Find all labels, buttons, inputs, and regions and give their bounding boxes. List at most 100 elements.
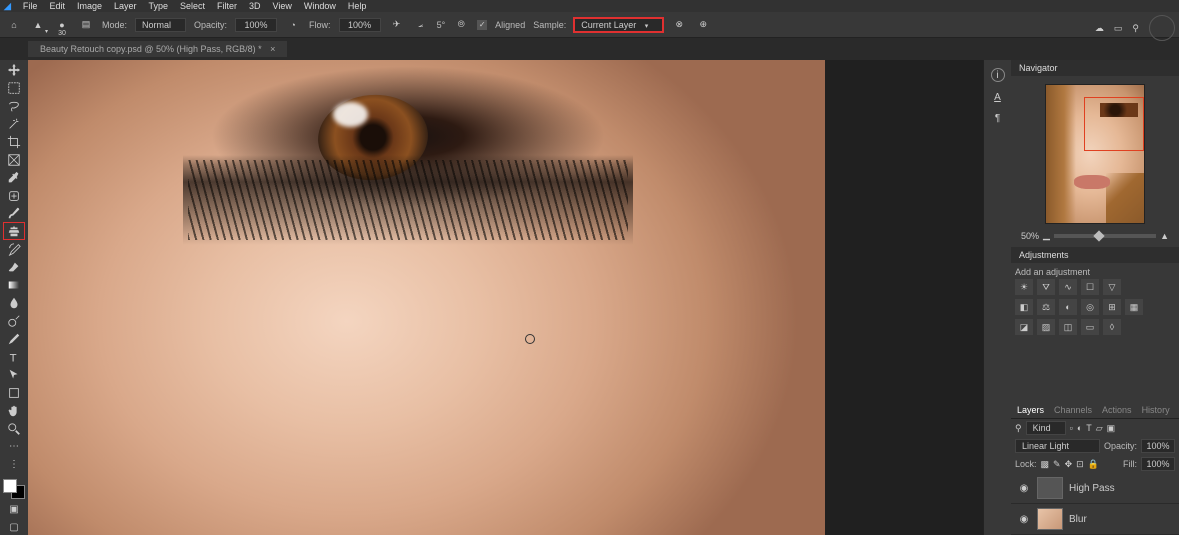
app-icon[interactable]: ◢ <box>4 1 11 12</box>
clone-stamp-tool[interactable] <box>4 223 24 239</box>
close-tab-icon[interactable]: × <box>270 44 275 54</box>
zoom-value[interactable]: 50% <box>1021 231 1039 241</box>
bw-icon[interactable]: ◐ <box>1059 299 1077 315</box>
info-panel-icon[interactable]: i <box>991 68 1005 82</box>
sample-dropdown[interactable]: Current Layer ▾ <box>574 18 663 32</box>
menu-help[interactable]: Help <box>348 1 367 11</box>
edit-toolbar-icon[interactable]: ⋮ <box>4 457 24 473</box>
tab-history[interactable]: History <box>1142 405 1170 415</box>
menu-file[interactable]: File <box>23 1 38 11</box>
colorlookup-icon[interactable]: ▦ <box>1125 299 1143 315</box>
vibrance-icon[interactable]: ▽ <box>1103 279 1121 295</box>
adjustments-tab[interactable]: Adjustments <box>1011 247 1179 263</box>
screenmode-icon[interactable]: ▢ <box>4 519 24 535</box>
brush-panel-icon[interactable]: ▤ <box>78 17 94 33</box>
move-tool[interactable] <box>4 62 24 78</box>
filter-pixel-icon[interactable]: ▫ <box>1070 423 1073 433</box>
pen-tool[interactable] <box>4 331 24 347</box>
filter-adj-icon[interactable]: ◐ <box>1077 423 1082 433</box>
zoom-in-icon[interactable]: ▲ <box>1160 231 1169 241</box>
aligned-checkbox[interactable]: ✓ <box>477 20 487 30</box>
zoom-slider[interactable] <box>1054 234 1156 238</box>
marquee-tool[interactable] <box>4 80 24 96</box>
search-icon[interactable]: ⚲ <box>1132 23 1139 34</box>
posterize-icon[interactable]: ▨ <box>1037 319 1055 335</box>
angle-icon[interactable]: ⦟ <box>413 17 429 33</box>
clone-source-icon[interactable]: ⊕ <box>695 17 711 33</box>
lasso-tool[interactable] <box>4 98 24 114</box>
invert-icon[interactable]: ◪ <box>1015 319 1033 335</box>
zoom-out-icon[interactable]: ▁ <box>1043 230 1050 241</box>
menu-edit[interactable]: Edit <box>49 1 65 11</box>
menu-window[interactable]: Window <box>304 1 336 11</box>
shape-tool[interactable] <box>4 385 24 401</box>
gradient-tool[interactable] <box>4 277 24 293</box>
tab-layers[interactable]: Layers <box>1017 405 1044 415</box>
wand-tool[interactable] <box>4 116 24 132</box>
history-brush-tool[interactable] <box>4 241 24 257</box>
layer-thumb[interactable] <box>1037 508 1063 530</box>
brush-tool[interactable] <box>4 206 24 222</box>
layer-kind-dropdown[interactable]: Kind <box>1026 421 1066 435</box>
cloud-icon[interactable]: ☁ <box>1095 23 1104 34</box>
hue-icon[interactable]: ◧ <box>1015 299 1033 315</box>
color-wells[interactable] <box>3 479 25 500</box>
lock-all-icon[interactable]: 🔒 <box>1088 459 1099 470</box>
quickmask-icon[interactable]: ▣ <box>4 501 24 517</box>
layer-row-highpass[interactable]: ◉ High Pass <box>1011 473 1179 504</box>
frame-tool[interactable] <box>4 152 24 168</box>
threshold-icon[interactable]: ◫ <box>1059 319 1077 335</box>
canvas-image[interactable] <box>28 60 825 535</box>
layer-row-blur[interactable]: ◉ Blur <box>1011 504 1179 535</box>
levels-icon[interactable]: ⛛ <box>1037 279 1055 295</box>
pressure-opacity-icon[interactable]: ◔ <box>285 17 301 33</box>
airbrush-icon[interactable]: ✈ <box>389 17 405 33</box>
home-icon[interactable]: ⌂ <box>6 17 22 33</box>
visibility-icon[interactable]: ◉ <box>1017 483 1031 494</box>
type-tool[interactable]: T <box>4 349 24 365</box>
curves-icon[interactable]: ∿ <box>1059 279 1077 295</box>
lock-pos-icon[interactable]: ✥ <box>1065 459 1073 470</box>
eyedropper-tool[interactable] <box>4 170 24 186</box>
navigator-tab[interactable]: Navigator <box>1011 60 1179 76</box>
menu-layer[interactable]: Layer <box>114 1 137 11</box>
pressure-size-icon[interactable]: ⦾ <box>453 17 469 33</box>
lock-pixels-icon[interactable]: ✎ <box>1053 459 1061 470</box>
photofilter-icon[interactable]: ◎ <box>1081 299 1099 315</box>
menu-type[interactable]: Type <box>148 1 168 11</box>
tab-channels[interactable]: Channels <box>1054 405 1092 415</box>
document-tab[interactable]: Beauty Retouch copy.psd @ 50% (High Pass… <box>28 41 287 57</box>
channelmixer-icon[interactable]: ⊞ <box>1103 299 1121 315</box>
tool-preset-icon[interactable]: ▲▾ <box>30 17 46 33</box>
menu-view[interactable]: View <box>273 1 292 11</box>
eraser-tool[interactable] <box>4 259 24 275</box>
filter-smart-icon[interactable]: ▣ <box>1107 423 1116 434</box>
min-icon[interactable]: ▭ <box>1114 23 1123 34</box>
angle-value[interactable]: 5° <box>437 20 446 30</box>
hand-tool[interactable] <box>4 403 24 419</box>
gradientmap-icon[interactable]: ▭ <box>1081 319 1099 335</box>
blur-tool[interactable] <box>4 295 24 311</box>
dodge-tool[interactable] <box>4 313 24 329</box>
lock-nest-icon[interactable]: ⊡ <box>1076 459 1084 470</box>
filter-type-icon[interactable]: T <box>1086 423 1092 433</box>
fill-field[interactable]: 100% <box>1141 457 1175 471</box>
layer-thumb[interactable] <box>1037 477 1063 499</box>
paragraph-panel-icon[interactable]: ¶ <box>995 113 1000 124</box>
zoom-tool[interactable] <box>4 421 24 437</box>
toolbox-more-icon[interactable]: ⋯ <box>4 439 24 455</box>
healing-tool[interactable] <box>4 188 24 204</box>
menu-image[interactable]: Image <box>77 1 102 11</box>
navigator-viewport-box[interactable] <box>1084 97 1144 151</box>
filter-shape-icon[interactable]: ▱ <box>1096 423 1103 434</box>
layer-name[interactable]: Blur <box>1069 514 1087 525</box>
avatar[interactable] <box>1149 15 1175 41</box>
ignore-adj-icon[interactable]: ⊗ <box>671 17 687 33</box>
blend-mode-dropdown[interactable]: Linear Light <box>1015 439 1100 453</box>
menu-select[interactable]: Select <box>180 1 205 11</box>
mode-dropdown[interactable]: Normal <box>135 18 186 32</box>
brightness-icon[interactable]: ☀ <box>1015 279 1033 295</box>
filter-icon[interactable]: ⚲ <box>1015 423 1022 434</box>
exposure-icon[interactable]: ☐ <box>1081 279 1099 295</box>
tab-actions[interactable]: Actions <box>1102 405 1132 415</box>
